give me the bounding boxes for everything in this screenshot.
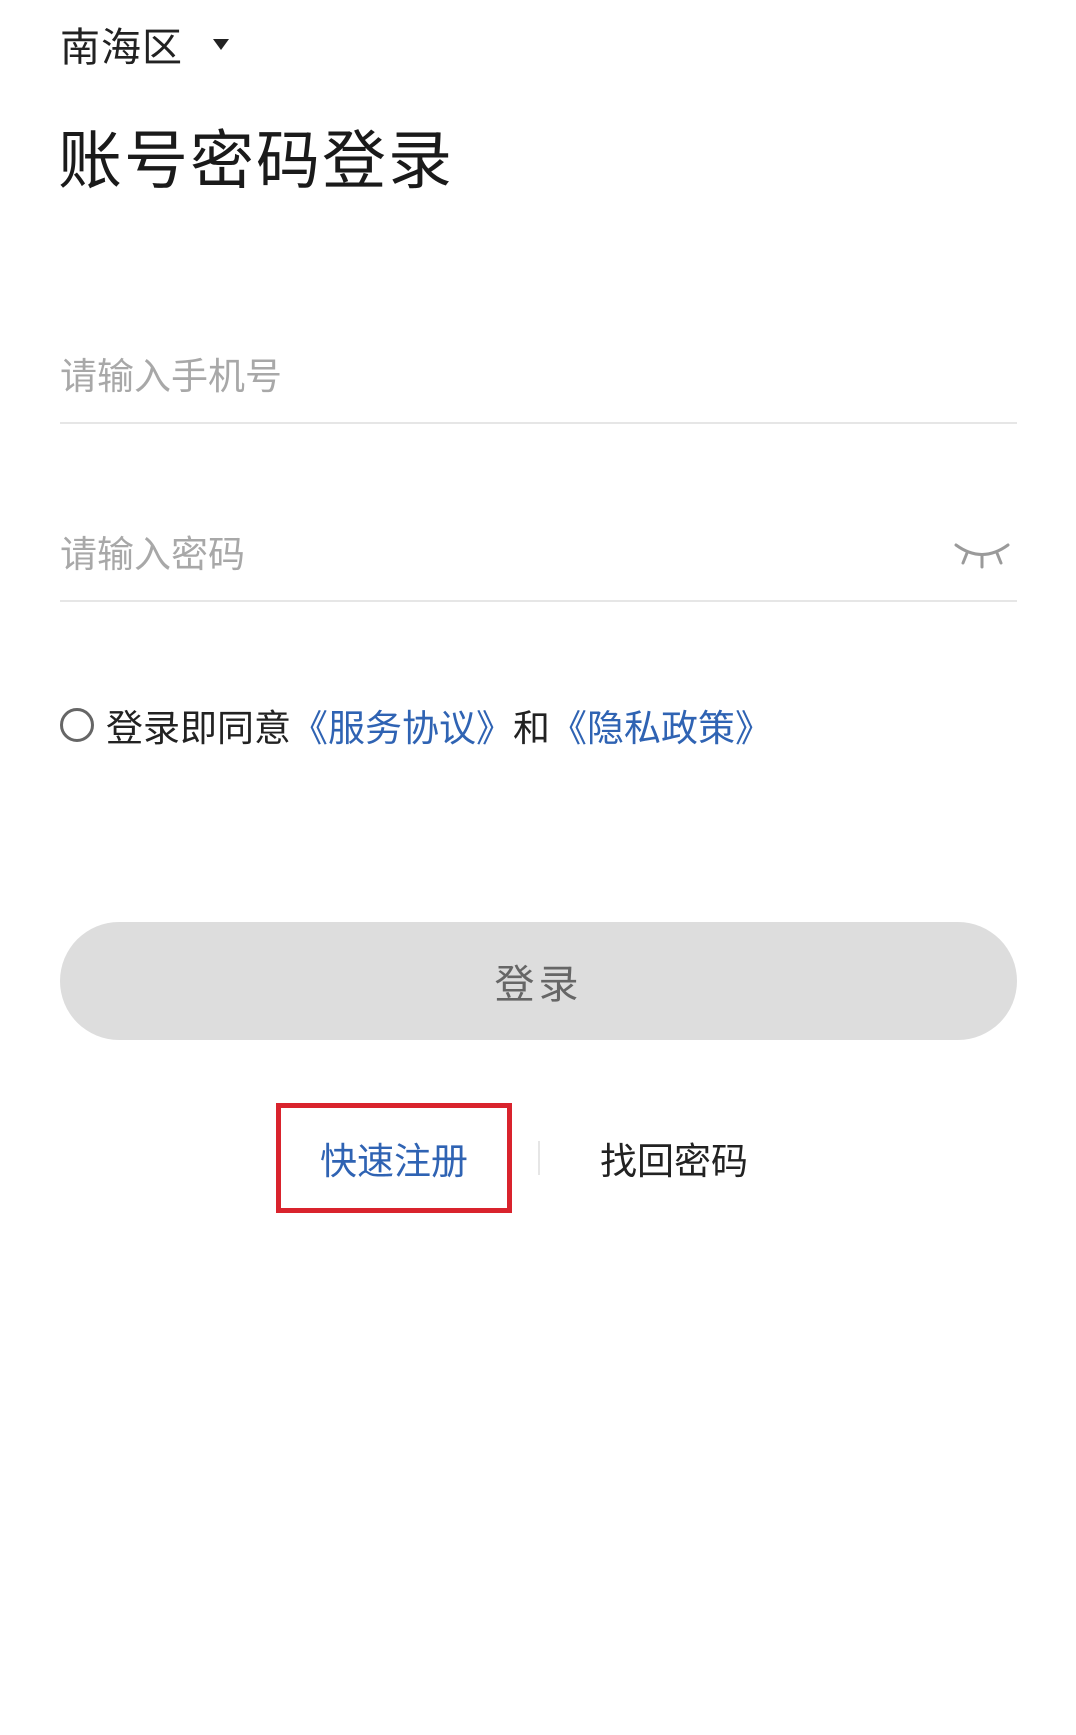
link-divider	[538, 1141, 540, 1175]
bottom-links: 快速注册 找回密码	[0, 1103, 1076, 1213]
privacy-policy-link[interactable]: 《隐私政策》	[550, 698, 772, 752]
agreement-conjunction: 和	[513, 707, 550, 750]
password-field	[60, 508, 1017, 602]
agreement-radio[interactable]	[60, 708, 94, 742]
recover-password-label: 找回密码	[600, 1140, 748, 1183]
agreement-row: 登录即同意 《服务协议》 和 《隐私政策》	[60, 700, 772, 750]
quick-register-link[interactable]: 快速注册	[276, 1103, 512, 1213]
login-button[interactable]: 登录	[60, 922, 1017, 1040]
phone-field	[60, 330, 1017, 424]
recover-password-link[interactable]: 找回密码	[600, 1103, 748, 1213]
region-selector[interactable]: 南海区	[60, 18, 229, 71]
region-label: 南海区	[60, 25, 183, 71]
service-agreement-link[interactable]: 《服务协议》	[291, 698, 513, 752]
agreement-prefix: 登录即同意	[106, 707, 291, 750]
page-title: 账号密码登录	[58, 125, 454, 199]
quick-register-label: 快速注册	[320, 1140, 468, 1183]
caret-down-icon	[213, 38, 229, 50]
eye-closed-icon[interactable]	[953, 536, 1011, 570]
phone-input[interactable]	[60, 354, 1017, 398]
password-input[interactable]	[60, 532, 920, 576]
